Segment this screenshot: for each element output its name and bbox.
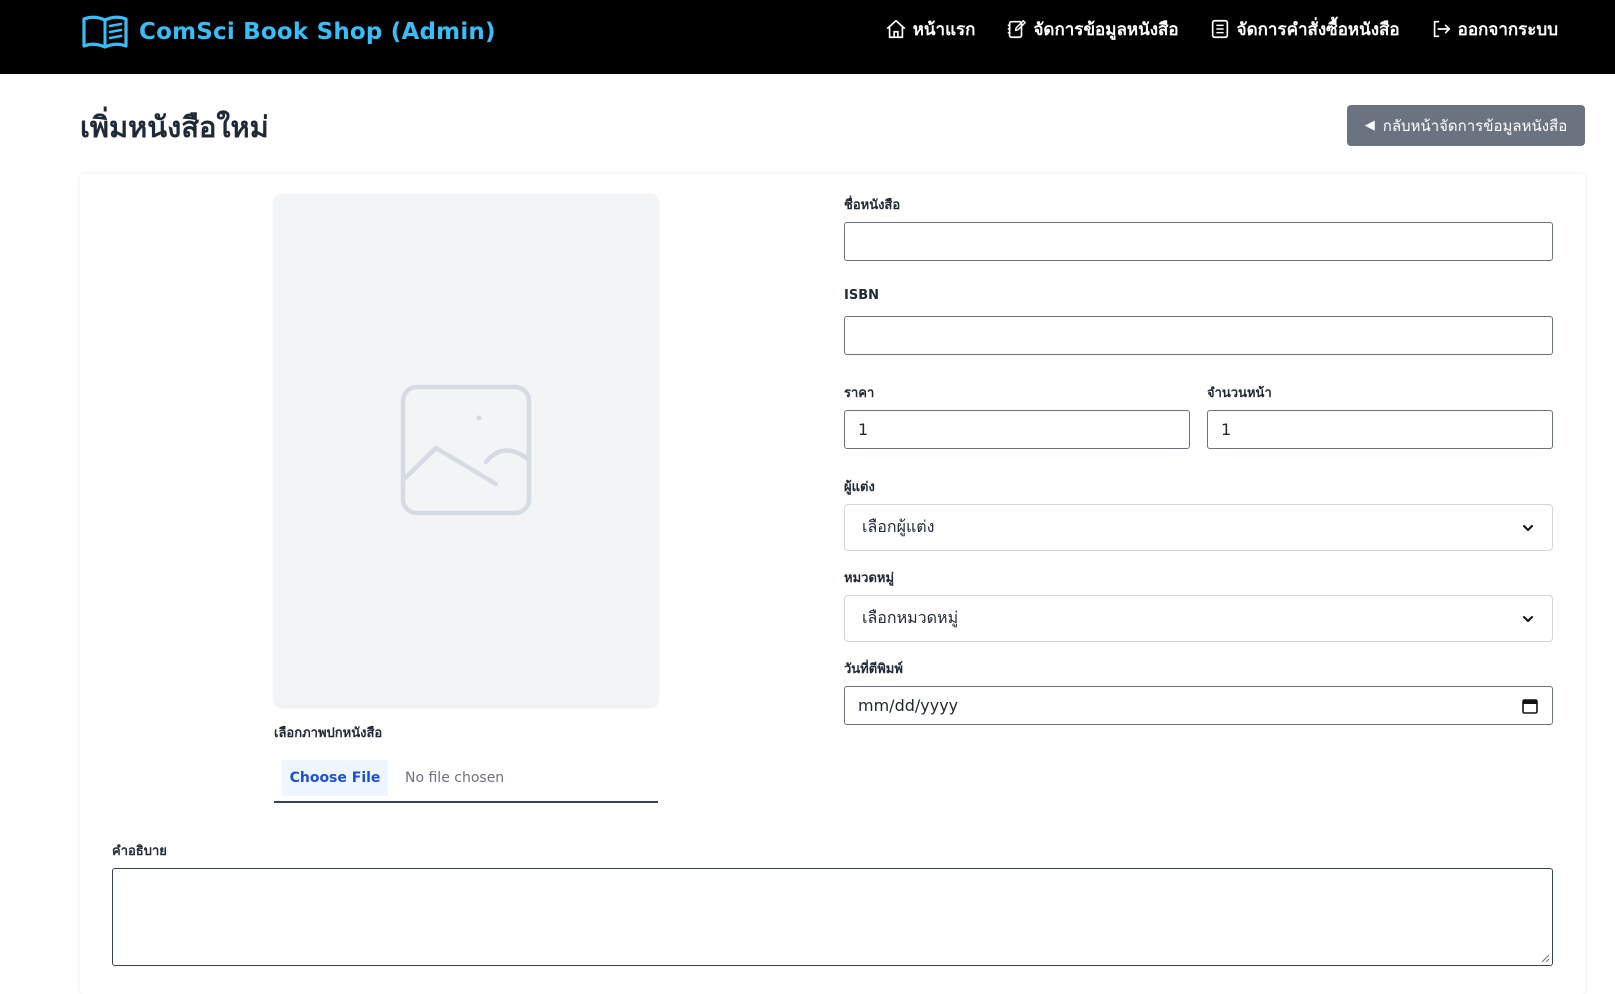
description-textarea[interactable]	[112, 868, 1553, 966]
home-icon	[886, 19, 905, 39]
choose-file-button[interactable]: Choose File	[282, 759, 388, 796]
brand[interactable]: ComSci Book Shop (Admin)	[81, 14, 496, 50]
top-navbar: ComSci Book Shop (Admin) หน้าแรก จัดการข…	[0, 0, 1615, 74]
brand-name: ComSci Book Shop (Admin)	[139, 19, 496, 45]
price-label: ราคา	[844, 386, 875, 401]
nav-item-manage-orders[interactable]: จัดการคำสั่งซื้อหนังสือ	[1209, 16, 1400, 43]
publish-date-value: mm/dd/yyyy	[858, 696, 959, 715]
isbn-label: ISBN	[844, 288, 879, 303]
category-label: หมวดหมู่	[844, 571, 895, 586]
category-select[interactable]: เลือกหมวดหมู่	[844, 595, 1553, 642]
nav-item-label: ออกจากระบบ	[1457, 19, 1558, 40]
publish-date-label: วันที่ตีพิมพ์	[844, 662, 903, 677]
publish-date-input[interactable]: mm/dd/yyyy	[844, 686, 1553, 725]
chevron-down-icon	[1523, 524, 1533, 531]
open-book-icon	[82, 15, 128, 49]
nav-item-label: จัดการข้อมูลหนังสือ	[1033, 19, 1179, 40]
nav-item-label: จัดการคำสั่งซื้อหนังสือ	[1236, 19, 1400, 40]
main-nav: หน้าแรก จัดการข้อมูลหนังสือ จัดการคำสั่ง…	[885, 16, 1558, 42]
price-input[interactable]: 1	[844, 410, 1190, 449]
logout-icon	[1433, 20, 1450, 38]
pages-label: จำนวนหน้า	[1207, 386, 1272, 401]
title-input[interactable]	[844, 222, 1553, 261]
back-to-manage-books-button[interactable]: ◀ กลับหน้าจัดการข้อมูลหนังสือ	[1347, 105, 1585, 146]
back-button-label: กลับหน้าจัดการข้อมูลหนังสือ	[1382, 116, 1568, 135]
author-selected-value: เลือกผู้แต่ง	[862, 517, 935, 536]
pages-input[interactable]: 1	[1207, 410, 1553, 449]
document-list-icon	[1211, 19, 1228, 39]
nav-item-manage-books[interactable]: จัดการข้อมูลหนังสือ	[1005, 16, 1179, 43]
isbn-input[interactable]	[844, 316, 1553, 355]
cover-image-preview	[274, 194, 658, 706]
nav-item-label: หน้าแรก	[912, 19, 976, 40]
nav-item-logout[interactable]: ออกจากระบบ	[1430, 16, 1558, 43]
resize-grip-icon[interactable]	[1540, 953, 1550, 963]
author-label: ผู้แต่ง	[844, 480, 875, 495]
cover-image-label: เลือกภาพปกหนังสือ	[274, 726, 383, 741]
back-arrow-icon: ◀	[1364, 118, 1375, 133]
notebook-edit-icon	[1008, 20, 1027, 39]
category-selected-value: เลือกหมวดหมู่	[862, 608, 959, 627]
page-title: เพิ่มหนังสือใหม่	[80, 110, 269, 144]
cover-file-input[interactable]: Choose File No file chosen	[274, 754, 658, 803]
title-label: ชื่อหนังสือ	[844, 198, 901, 213]
chevron-down-icon	[1523, 615, 1533, 622]
calendar-icon[interactable]	[1521, 697, 1539, 715]
image-placeholder-icon	[400, 384, 532, 516]
nav-item-home[interactable]: หน้าแรก	[885, 16, 976, 43]
author-select[interactable]: เลือกผู้แต่ง	[844, 504, 1553, 551]
file-status-text: No file chosen	[405, 769, 505, 786]
description-label: คำอธิบาย	[112, 844, 167, 859]
